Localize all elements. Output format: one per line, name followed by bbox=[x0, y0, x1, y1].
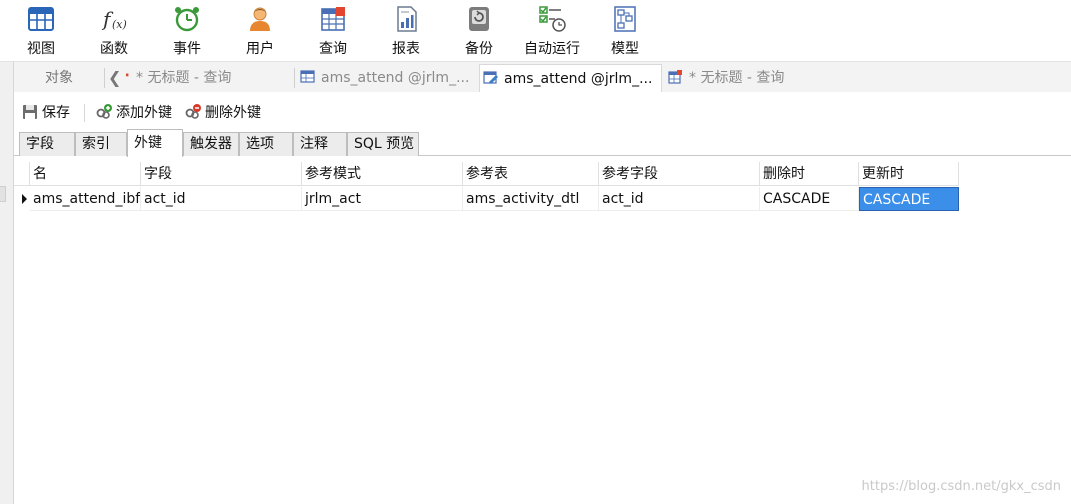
table-row-cell-ref-field[interactable]: act_id bbox=[599, 187, 760, 211]
toolbar-model-button[interactable]: 模型 bbox=[589, 2, 661, 60]
tab-divider bbox=[104, 68, 105, 88]
add-foreign-key-label: 添加外键 bbox=[116, 105, 172, 121]
tab-ams-attend-design[interactable]: ams_attend @jrlm_... bbox=[479, 64, 662, 92]
toolbar-event-label: 事件 bbox=[173, 41, 201, 57]
tab-untitled-query-2[interactable]: * 无标题 - 查询 bbox=[664, 64, 844, 92]
delete-key-icon bbox=[185, 104, 201, 119]
toolbar-user-label: 用户 bbox=[246, 41, 274, 57]
toolbar-query-button[interactable]: 查询 bbox=[297, 2, 369, 60]
toolbar-model-label: 模型 bbox=[611, 41, 639, 57]
column-header-field[interactable]: 字段 bbox=[141, 162, 302, 186]
document-tab-bar: 对象 ❮ * 无标题 - 查询 ams_attend @jrlm_... ams… bbox=[14, 62, 1071, 92]
query-tab-icon bbox=[126, 73, 129, 77]
main-toolbar: 视图 f (x) 函数 事件 用户 查询 报表 备份 自动运行 模型 bbox=[0, 0, 1071, 62]
table-icon bbox=[300, 70, 315, 83]
column-header-name[interactable]: 名 bbox=[30, 162, 141, 186]
tab-untitled-query-1[interactable]: * 无标题 - 查询 bbox=[126, 64, 296, 92]
toolbar-event-button[interactable]: 事件 bbox=[151, 2, 223, 60]
svg-text:(x): (x) bbox=[112, 18, 127, 31]
user-icon bbox=[250, 7, 270, 31]
table-design-icon bbox=[483, 71, 498, 84]
column-header-ref-schema[interactable]: 参考模式 bbox=[302, 162, 463, 186]
panel-collapse-handle[interactable] bbox=[0, 186, 6, 202]
column-header-ref-field[interactable]: 参考字段 bbox=[599, 162, 760, 186]
design-subtab-bar: 字段 索引 外键 触发器 选项 注释 SQL 预览 bbox=[14, 129, 1071, 157]
subtab-fields[interactable]: 字段 bbox=[19, 132, 75, 156]
subtab-label: 字段 bbox=[26, 136, 54, 152]
save-disk-icon bbox=[23, 105, 37, 119]
tab-divider bbox=[294, 68, 295, 88]
delete-foreign-key-button[interactable]: 删除外键 bbox=[185, 102, 261, 124]
tab-label: ams_attend @jrlm_... bbox=[504, 71, 653, 87]
report-icon bbox=[397, 6, 417, 32]
toolbar-autorun-label: 自动运行 bbox=[524, 41, 580, 57]
toolbar-report-button[interactable]: 报表 bbox=[370, 2, 442, 60]
save-button[interactable]: 保存 bbox=[22, 102, 70, 124]
subtab-label: 注释 bbox=[300, 136, 328, 152]
tab-label: * 无标题 - 查询 bbox=[136, 70, 232, 86]
tab-objects-label: 对象 bbox=[45, 70, 73, 86]
subtab-label: SQL 预览 bbox=[354, 136, 415, 152]
row-header-corner bbox=[14, 162, 30, 186]
grid-view-icon bbox=[28, 7, 54, 31]
function-fx-icon: f (x) bbox=[101, 7, 127, 31]
subtab-foreign-keys[interactable]: 外键 bbox=[127, 129, 183, 157]
toolbar-function-button[interactable]: f (x) 函数 bbox=[78, 2, 150, 60]
subtab-indexes[interactable]: 索引 bbox=[75, 132, 127, 156]
column-header-ref-table[interactable]: 参考表 bbox=[463, 162, 599, 186]
query-table-icon bbox=[321, 7, 345, 31]
table-row-cell-on-delete[interactable]: CASCADE bbox=[760, 187, 859, 211]
model-icon bbox=[614, 6, 636, 32]
subtab-label: 索引 bbox=[82, 136, 110, 152]
table-row-cell-field[interactable]: act_id bbox=[141, 187, 302, 211]
subtab-label: 触发器 bbox=[190, 136, 232, 152]
add-key-icon bbox=[96, 104, 112, 119]
action-divider bbox=[84, 104, 85, 122]
toolbar-user-button[interactable]: 用户 bbox=[224, 2, 296, 60]
left-panel-strip bbox=[0, 62, 14, 504]
table-row-cell-ref-table[interactable]: ams_activity_dtl bbox=[463, 187, 599, 211]
delete-foreign-key-label: 删除外键 bbox=[205, 105, 261, 121]
query-table-icon bbox=[668, 70, 682, 84]
toolbar-autorun-button[interactable]: 自动运行 bbox=[516, 2, 588, 60]
toolbar-backup-button[interactable]: 备份 bbox=[443, 2, 515, 60]
watermark-text: https://blog.csdn.net/gkx_csdn bbox=[861, 479, 1061, 494]
design-action-bar: 保存 添加外键 删除外键 bbox=[14, 100, 1071, 126]
toolbar-query-label: 查询 bbox=[319, 41, 347, 57]
toolbar-view-label: 视图 bbox=[27, 41, 55, 57]
toolbar-backup-label: 备份 bbox=[465, 41, 493, 57]
column-header-on-update[interactable]: 更新时 bbox=[859, 162, 959, 186]
tab-label: * 无标题 - 查询 bbox=[689, 70, 785, 86]
add-foreign-key-button[interactable]: 添加外键 bbox=[96, 102, 172, 124]
backup-icon bbox=[469, 7, 489, 31]
toolbar-function-label: 函数 bbox=[100, 41, 128, 57]
toolbar-report-label: 报表 bbox=[392, 41, 420, 57]
tab-ams-attend-1[interactable]: ams_attend @jrlm_... bbox=[298, 64, 478, 92]
tab-label: ams_attend @jrlm_... bbox=[321, 70, 470, 86]
tab-objects[interactable]: 对象 bbox=[14, 64, 104, 92]
subtab-sql-preview[interactable]: SQL 预览 bbox=[347, 132, 419, 156]
schedule-checklist-icon bbox=[539, 6, 566, 32]
subtab-options[interactable]: 选项 bbox=[239, 132, 293, 156]
table-row-cell-on-update[interactable]: CASCADE bbox=[859, 187, 959, 211]
alarm-clock-icon bbox=[175, 7, 199, 32]
toolbar-view-button[interactable]: 视图 bbox=[5, 2, 77, 60]
subtab-comments[interactable]: 注释 bbox=[293, 132, 347, 156]
subtab-label: 外键 bbox=[134, 135, 162, 151]
subtab-label: 选项 bbox=[246, 136, 274, 152]
save-label: 保存 bbox=[42, 105, 70, 121]
tab-scroll-left-button[interactable]: ❮ bbox=[108, 64, 126, 92]
subtab-triggers[interactable]: 触发器 bbox=[183, 132, 239, 156]
table-row-cell-ref-schema[interactable]: jrlm_act bbox=[302, 187, 463, 211]
column-header-on-delete[interactable]: 删除时 bbox=[760, 162, 859, 186]
current-row-indicator-icon bbox=[22, 194, 27, 204]
chevron-left-icon: ❮ bbox=[108, 68, 122, 87]
table-row-cell-name[interactable]: ams_attend_ibfk_1 bbox=[30, 187, 141, 211]
